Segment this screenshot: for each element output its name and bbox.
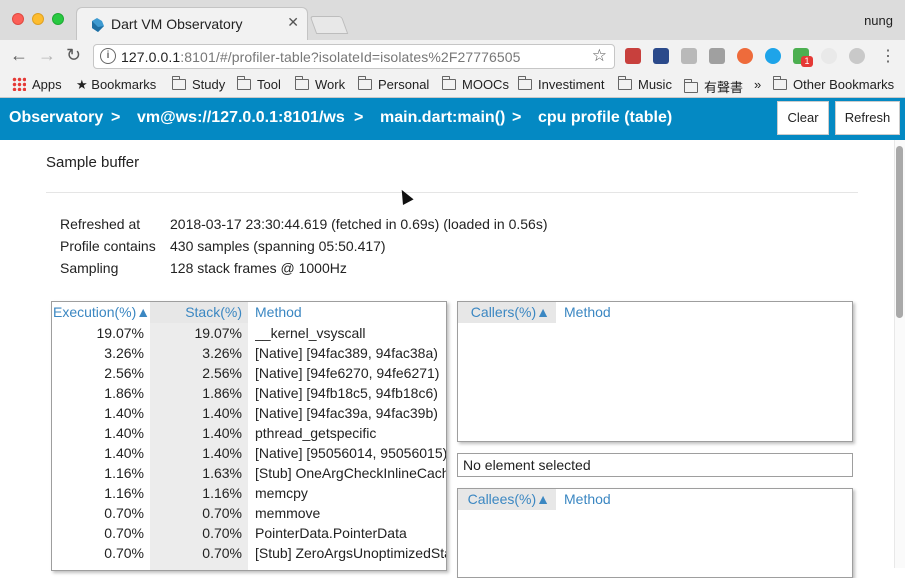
menu-icon[interactable]: ⋮ <box>880 46 896 66</box>
breadcrumb-observatory[interactable]: Observatory <box>9 109 103 127</box>
skype-extension-icon[interactable] <box>765 48 781 64</box>
folder-icon <box>518 76 532 90</box>
refresh-button[interactable]: Refresh <box>835 101 900 135</box>
address-bar[interactable]: i 127.0.0.1:8101/#/profiler-table?isolat… <box>93 44 615 69</box>
orange-extension-icon[interactable] <box>737 48 753 64</box>
method-column-header[interactable]: Method <box>255 302 445 323</box>
reader-extension-icon[interactable] <box>709 48 725 64</box>
bookmark-star-icon[interactable]: ☆ <box>592 46 607 66</box>
profile-name[interactable]: nung <box>864 13 893 28</box>
tab-title: Dart VM Observatory <box>111 16 243 32</box>
folder-icon <box>295 76 309 90</box>
reload-icon[interactable]: ↻ <box>66 45 81 66</box>
callees-table: Callees(%)▲ Method <box>457 488 853 578</box>
folder-icon <box>442 76 456 90</box>
refreshed-at-label: Refreshed at <box>60 216 141 232</box>
bookmark-folder-study[interactable]: Study <box>172 76 225 92</box>
dart-logo-icon <box>92 18 104 32</box>
close-window-button[interactable] <box>12 13 24 25</box>
minimize-window-button[interactable] <box>32 13 44 25</box>
folder-icon <box>358 76 372 90</box>
stack-column-header[interactable]: Stack(%) <box>150 302 248 323</box>
sample-buffer-title: Sample buffer <box>46 154 140 171</box>
bookmark-folder-music[interactable]: Music <box>618 76 672 92</box>
tab-bar: Dart VM Observatory ✕ nung <box>0 0 905 40</box>
bookmark-folder-investiment[interactable]: Investiment <box>518 76 604 92</box>
breadcrumb-separator: > <box>111 109 121 126</box>
divider <box>46 192 858 193</box>
sampling-label: Sampling <box>60 260 119 276</box>
vimeo-extension-icon[interactable] <box>653 48 669 64</box>
breadcrumb-separator: > <box>512 109 522 126</box>
breadcrumb-separator: > <box>354 109 364 126</box>
tab-close-icon[interactable]: ✕ <box>287 14 299 31</box>
folder-icon <box>684 79 698 93</box>
profile-contains-value: 430 samples (spanning 05:50.417) <box>170 238 386 254</box>
callees-method-column-header[interactable]: Method <box>564 489 844 510</box>
bookmark-folder-tool[interactable]: Tool <box>237 76 281 92</box>
apps-grid-icon <box>12 77 26 91</box>
browser-toolbar: ← → ↻ i 127.0.0.1:8101/#/profiler-table?… <box>0 40 905 72</box>
selection-status: No element selected <box>457 453 853 477</box>
star-icon: ★ <box>76 77 92 92</box>
extension-badge: 1 <box>801 56 813 67</box>
bookmarks-overflow-chevron[interactable]: » <box>754 77 761 92</box>
folder-icon <box>773 76 787 90</box>
bookmark-folder-work[interactable]: Work <box>295 76 345 92</box>
profiler-content: Sample buffer Refreshed at 2018-03-17 23… <box>0 140 894 578</box>
folder-icon <box>237 76 251 90</box>
refreshed-at-value: 2018-03-17 23:30:44.619 (fetched in 0.69… <box>170 216 548 232</box>
bookmark-folder-audiobooks[interactable]: 有聲書 <box>684 77 743 96</box>
url-text: 127.0.0.1:8101/#/profiler-table?isolateI… <box>121 49 521 65</box>
clear-button[interactable]: Clear <box>777 101 829 135</box>
breadcrumb-vm[interactable]: vm@ws://127.0.0.1:8101/ws <box>137 109 345 127</box>
callers-table: Callers(%)▲ Method <box>457 301 853 442</box>
functions-table: Execution(%)▲ Stack(%) Method 19.07% 19.0… <box>51 301 447 571</box>
sampling-value: 128 stack frames @ 1000Hz <box>170 260 347 276</box>
maximize-window-button[interactable] <box>52 13 64 25</box>
callers-method-column-header[interactable]: Method <box>564 302 844 323</box>
shield-extension-icon[interactable] <box>849 48 865 64</box>
breadcrumb-isolate[interactable]: main.dart:main() <box>380 109 505 127</box>
pocket-extension-icon[interactable] <box>625 48 641 64</box>
browser-chrome: Dart VM Observatory ✕ nung ← → ↻ i 127.0… <box>0 0 905 98</box>
tab-dart-vm-observatory[interactable]: Dart VM Observatory ✕ <box>76 7 308 40</box>
page-scrollbar-thumb[interactable] <box>896 146 903 318</box>
bookmarks-bar: Apps ★ Bookmarks Study Tool Work Persona… <box>0 72 905 98</box>
bookmark-folder-personal[interactable]: Personal <box>358 76 429 92</box>
new-tab-button[interactable] <box>309 16 349 34</box>
observatory-nav-bar: Observatory > vm@ws://127.0.0.1:8101/ws … <box>0 98 905 140</box>
breadcrumb-cpu-profile[interactable]: cpu profile (table) <box>538 109 672 127</box>
bookmark-apps[interactable]: Apps <box>12 77 62 92</box>
execution-column-header[interactable]: Execution(%)▲ <box>52 302 150 323</box>
info-icon[interactable]: i <box>100 48 116 64</box>
circle-extension-icon[interactable] <box>821 48 837 64</box>
folder-icon <box>172 76 186 90</box>
folder-icon <box>618 76 632 90</box>
bookmark-bookmarks[interactable]: ★ Bookmarks <box>76 77 156 93</box>
forward-icon[interactable]: → <box>38 45 56 66</box>
callers-pct-column-header[interactable]: Callers(%)▲ <box>458 302 556 323</box>
back-icon[interactable]: ← <box>10 45 28 66</box>
profile-contains-label: Profile contains <box>60 238 156 254</box>
bookmark-folder-moocs[interactable]: MOOCs <box>442 76 509 92</box>
bookmark-folder-other[interactable]: Other Bookmarks <box>773 76 894 92</box>
copy-extension-icon[interactable] <box>681 48 697 64</box>
callees-pct-column-header[interactable]: Callees(%)▲ <box>458 489 556 510</box>
